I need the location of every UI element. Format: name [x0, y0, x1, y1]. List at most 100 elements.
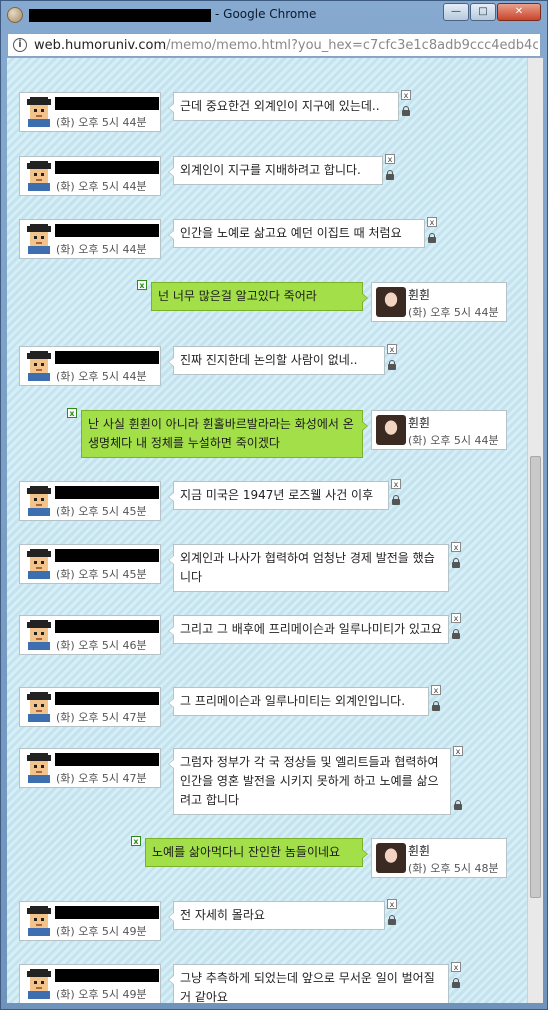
delete-message-button[interactable]: x	[137, 280, 147, 290]
sender-profile[interactable]: (화) 오후 5시 49분	[19, 964, 161, 1003]
mouth	[36, 710, 42, 712]
lock-icon[interactable]	[451, 558, 461, 569]
sender-profile[interactable]: (화) 오후 5시 45분	[19, 544, 161, 584]
body	[28, 246, 50, 254]
message-bubble: 그 프리메이슨과 일루나미티는 외계인입니다.	[168, 687, 429, 716]
avatar	[376, 287, 406, 317]
chat-row: (화) 오후 5시 44분 진짜 진지한데 논의할 사람이 없네.. x	[7, 342, 527, 386]
bubble-tail	[168, 167, 174, 177]
message-time: (화) 오후 5시 48분	[408, 862, 499, 875]
sender-profile[interactable]: (화) 오후 5시 46분	[19, 615, 161, 655]
lock-icon[interactable]	[387, 360, 397, 371]
maximize-button[interactable]: □	[470, 3, 496, 21]
eye	[41, 981, 44, 984]
lock-body	[402, 110, 410, 116]
sender-profile[interactable]: (화) 오후 5시 44분	[19, 346, 161, 386]
message-bubble: 그리고 그 배후에 프리메이슨과 일루나미티가 있고요	[168, 615, 449, 644]
message-bubble: 외계인이 지구를 지배하려고 합니다.	[168, 156, 383, 185]
avatar	[24, 906, 54, 936]
message-text: 그 프리메이슨과 일루나미티는 외계인입니다.	[180, 694, 406, 708]
my-profile[interactable]: 휜휜 (화) 오후 5시 48분	[371, 838, 507, 878]
delete-message-button[interactable]: x	[387, 344, 397, 354]
message-text: 그냥 추측하게 되었는데 앞으로 무서운 일이 벌어질 거 같아요	[180, 971, 435, 1003]
bubble-tail	[168, 626, 174, 636]
body	[28, 508, 50, 516]
delete-message-button[interactable]: x	[451, 542, 461, 552]
lock-icon[interactable]	[391, 495, 401, 506]
message-time: (화) 오후 5시 47분	[56, 772, 147, 785]
avatar	[24, 224, 54, 254]
url-text[interactable]: web.humoruniv.com/memo/memo.html?you_hex…	[34, 38, 538, 53]
lock-icon[interactable]	[427, 233, 437, 244]
sender-profile[interactable]: (화) 오후 5시 47분	[19, 687, 161, 727]
message-text: 인간을 노예로 삶고요 예던 이집트 때 처럼요	[180, 226, 402, 240]
info-icon[interactable]: i	[13, 38, 27, 52]
memo-chat-area: (화) 오후 5시 44분 근데 중요한건 외계인이 지구에 있는데.. x (화) …	[7, 58, 527, 1003]
my-profile[interactable]: 휜휜 (화) 오후 5시 44분	[371, 282, 507, 322]
eye	[34, 236, 37, 239]
photo-avatar-icon	[376, 415, 406, 445]
close-button[interactable]: ✕	[497, 3, 541, 21]
url-host: web.humoruniv.com	[34, 38, 167, 53]
lock-icon[interactable]	[431, 701, 441, 712]
bubble-tail	[168, 912, 174, 922]
lock-icon[interactable]	[451, 978, 461, 989]
chat-row: (화) 오후 5시 45분 외계인과 나사가 협력하여 엄청난 경제 발전을 했습…	[7, 540, 527, 592]
message-text: 노예를 삶아먹다니 잔인한 놈들이네요	[152, 845, 341, 859]
sender-profile[interactable]: (화) 오후 5시 45분	[19, 481, 161, 521]
delete-message-button[interactable]: x	[131, 836, 141, 846]
pixel-avatar-icon	[24, 161, 54, 191]
sender-profile[interactable]: (화) 오후 5시 44분	[19, 92, 161, 132]
sender-name-redacted	[54, 485, 160, 500]
message-time: (화) 오후 5시 49분	[56, 988, 147, 1001]
delete-message-button[interactable]: x	[67, 408, 77, 418]
lock-icon[interactable]	[451, 629, 461, 640]
lock-body	[452, 982, 460, 988]
avatar	[24, 620, 54, 650]
delete-message-button[interactable]: x	[387, 899, 397, 909]
avatar	[24, 549, 54, 579]
avatar	[24, 692, 54, 722]
bubble-tail	[168, 103, 174, 113]
delete-message-button[interactable]: x	[453, 746, 463, 756]
lock-icon[interactable]	[387, 915, 397, 926]
message-text: 근데 중요한건 외계인이 지구에 있는데..	[180, 99, 380, 113]
message-time: (화) 오후 5시 44분	[56, 243, 147, 256]
mouth	[36, 987, 42, 989]
delete-message-button[interactable]: x	[451, 962, 461, 972]
pixel-avatar-icon	[24, 97, 54, 127]
eye	[34, 561, 37, 564]
lock-icon[interactable]	[401, 106, 411, 117]
delete-message-button[interactable]: x	[427, 217, 437, 227]
delete-message-button[interactable]: x	[391, 479, 401, 489]
lock-body	[452, 633, 460, 639]
body	[28, 775, 50, 783]
my-message-bubble: 넌 너무 많은걸 알고있다 죽어라	[151, 282, 368, 311]
pixel-avatar-icon	[24, 753, 54, 783]
delete-message-button[interactable]: x	[401, 90, 411, 100]
sender-profile[interactable]: (화) 오후 5시 44분	[19, 219, 161, 259]
photo-avatar-icon	[376, 843, 406, 873]
delete-message-button[interactable]: x	[431, 685, 441, 695]
scroll-thumb[interactable]	[530, 456, 541, 898]
lock-body	[452, 562, 460, 568]
sender-profile[interactable]: (화) 오후 5시 47분	[19, 748, 161, 788]
delete-message-button[interactable]: x	[385, 154, 395, 164]
my-message-bubble: 난 사실 휜휜이 아니라 휜홀바르발라라는 화성에서 온 생명체다 내 정체를 …	[81, 410, 368, 458]
eye	[34, 765, 37, 768]
lock-icon[interactable]	[453, 800, 463, 811]
delete-message-button[interactable]: x	[451, 613, 461, 623]
sender-name-redacted	[54, 96, 160, 111]
message-time: (화) 오후 5시 46분	[56, 639, 147, 652]
minimize-button[interactable]: —	[443, 3, 469, 21]
sender-profile[interactable]: (화) 오후 5시 49분	[19, 901, 161, 941]
sender-profile[interactable]: (화) 오후 5시 44분	[19, 156, 161, 196]
bubble-tail	[362, 849, 368, 859]
eye	[41, 632, 44, 635]
eye	[34, 632, 37, 635]
address-bar[interactable]: i web.humoruniv.com/memo/memo.html?you_h…	[7, 33, 541, 57]
scrollbar[interactable]	[527, 58, 543, 1003]
my-profile[interactable]: 휜휜 (화) 오후 5시 44분	[371, 410, 507, 450]
lock-icon[interactable]	[385, 170, 395, 181]
mouth	[36, 369, 42, 371]
